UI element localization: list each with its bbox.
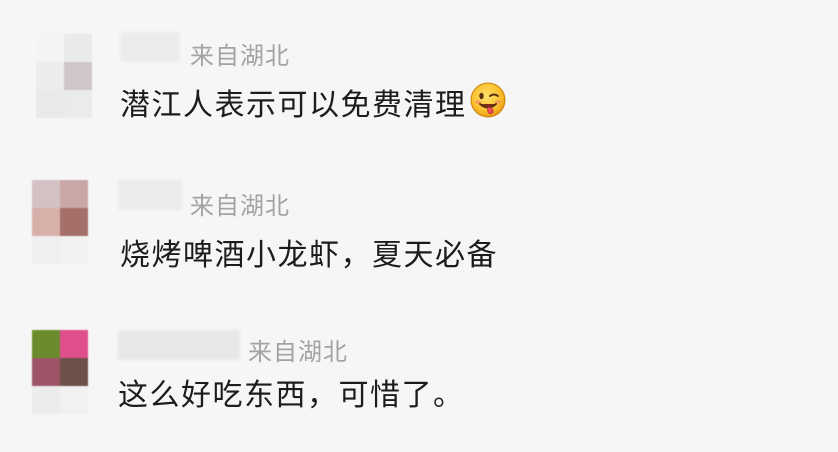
comment-text-content: 这么好吃东西，可惜了。	[118, 378, 465, 413]
avatar-pixel	[64, 34, 92, 62]
avatar-pixel	[32, 180, 60, 208]
comment-item: 来自湖北 潜江人表示可以免费清理	[0, 0, 838, 150]
comment-text: 这么好吃东西，可惜了。	[118, 370, 465, 414]
comment-item: 来自湖北 烧烤啤酒小龙虾，夏天必备	[0, 150, 838, 300]
avatar-pixel	[32, 386, 60, 414]
comment-text: 潜江人表示可以免费清理	[120, 80, 507, 127]
location-label: 来自湖北	[190, 42, 290, 70]
comment-text-content: 烧烤啤酒小龙虾，夏天必备	[120, 238, 498, 273]
comment-text: 烧烤啤酒小龙虾，夏天必备	[120, 230, 498, 274]
username-blurred[interactable]	[118, 330, 240, 360]
avatar-pixel	[60, 208, 88, 236]
avatar-pixel	[32, 236, 60, 264]
avatar-pixel	[32, 358, 60, 386]
comment-text-content: 潜江人表示可以免费清理	[120, 88, 467, 123]
username-blurred[interactable]	[118, 180, 182, 210]
avatar[interactable]	[32, 180, 88, 264]
avatar[interactable]	[36, 34, 92, 118]
avatar-pixel	[60, 180, 88, 208]
avatar-pixel	[64, 62, 92, 90]
avatar-pixel	[64, 90, 92, 118]
avatar-pixel	[60, 330, 88, 358]
avatar-pixel	[60, 386, 88, 414]
location-label: 来自湖北	[190, 192, 290, 220]
avatar-pixel	[36, 62, 64, 90]
avatar-pixel	[32, 208, 60, 236]
avatar-pixel	[32, 330, 60, 358]
location-label: 来自湖北	[248, 338, 348, 366]
avatar-pixel	[36, 90, 64, 118]
avatar-pixel	[60, 358, 88, 386]
comment-item: 来自湖北 这么好吃东西，可惜了。	[0, 298, 838, 452]
avatar[interactable]	[32, 330, 88, 414]
avatar-pixel	[36, 34, 64, 62]
winking-tongue-emoji-icon	[469, 81, 507, 127]
avatar-pixel	[60, 236, 88, 264]
username-blurred[interactable]	[120, 32, 180, 62]
